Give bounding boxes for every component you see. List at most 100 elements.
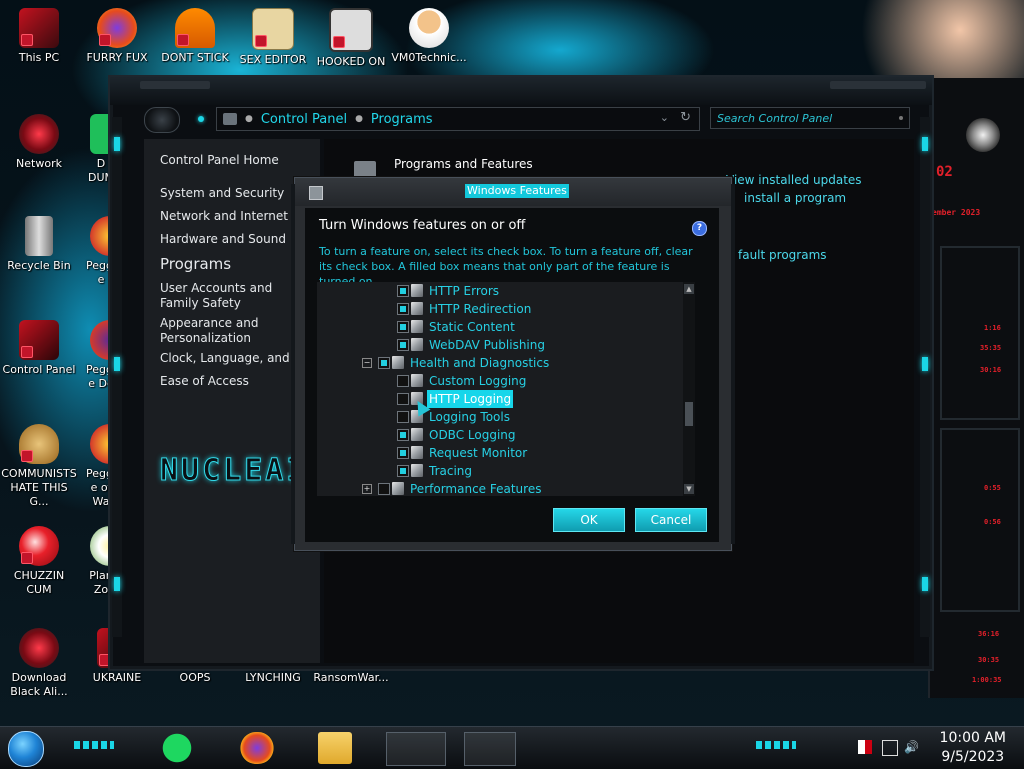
feature-checkbox[interactable] <box>397 447 409 459</box>
sidebar-item-home[interactable]: Control Panel Home <box>160 153 279 168</box>
navigation-bar: ● Control Panel ● Programs ⌄ ↻ Search Co… <box>140 105 910 133</box>
feature-checkbox[interactable] <box>378 357 390 369</box>
taskbar-control-panel-icon[interactable] <box>386 732 446 766</box>
windows-features-dialog: Windows Features Turn Windows features o… <box>291 177 735 551</box>
tree-item-health-diagnostics[interactable]: − Health and Diagnostics <box>317 354 687 372</box>
desktop-icon-this-pc[interactable]: This PC <box>0 8 78 65</box>
desktop-icon-label: LYNCHING <box>245 671 301 684</box>
tree-item-http-logging[interactable]: HTTP Logging <box>317 390 687 408</box>
ok-button[interactable]: OK <box>553 508 625 532</box>
features-tree[interactable]: HTTP Errors HTTP Redirection Static Cont… <box>317 282 695 496</box>
tree-item-static-content[interactable]: Static Content <box>317 318 687 336</box>
sidebar-item-ease-of-access[interactable]: Ease of Access <box>160 374 249 389</box>
sidebar-item-appearance[interactable]: Appearance and Personalization <box>160 316 260 346</box>
desktop-icon-hooked-on[interactable]: HOOKED ON <box>312 8 390 69</box>
tree-item-http-redirection[interactable]: HTTP Redirection <box>317 300 687 318</box>
tree-item-request-monitor[interactable]: Request Monitor <box>317 444 687 462</box>
programs-features-title[interactable]: Programs and Features <box>394 157 533 171</box>
help-icon[interactable]: ? <box>692 221 707 236</box>
network-status-icon[interactable] <box>882 740 898 756</box>
taskbar-decoration <box>74 741 114 749</box>
feature-folder-icon <box>411 338 423 351</box>
refresh-icon[interactable]: ↻ <box>680 110 691 125</box>
dialog-title-bar[interactable]: Windows Features <box>295 178 731 206</box>
expand-icon[interactable]: + <box>362 484 372 494</box>
sidebar-item-user-accounts[interactable]: User Accounts and Family Safety <box>160 281 296 311</box>
taskbar-spotify-icon[interactable] <box>160 732 194 764</box>
frame-side-right <box>920 117 930 637</box>
feature-checkbox[interactable] <box>397 321 409 333</box>
taskbar-firefox-icon[interactable] <box>240 732 274 764</box>
desktop-icon-label: VM0Technic... <box>391 51 467 64</box>
feature-label: Custom Logging <box>429 374 527 388</box>
tree-scrollbar[interactable]: ▲ ▼ <box>683 282 695 496</box>
start-button[interactable] <box>8 731 44 767</box>
taskbar-windows-features-icon[interactable] <box>464 732 516 766</box>
dialog-heading: Turn Windows features on or off <box>319 218 526 233</box>
feature-folder-icon <box>411 428 423 441</box>
tree-item-logging-tools[interactable]: Logging Tools <box>317 408 687 426</box>
money-bag-icon <box>19 424 59 464</box>
desktop-icon-download-black-ali[interactable]: Download Black Ali... <box>0 628 78 699</box>
breadcrumb-programs[interactable]: Programs <box>371 112 433 127</box>
feature-checkbox[interactable] <box>378 483 390 495</box>
gadget-stat: 36:16 <box>978 630 1000 638</box>
gadget-box <box>940 246 1020 420</box>
search-icon[interactable] <box>899 116 903 120</box>
desktop-icon-label: This PC <box>18 51 60 64</box>
feature-checkbox[interactable] <box>397 375 409 387</box>
desktop-icon-dont-stick[interactable]: DONT STICK <box>156 8 234 65</box>
feature-label: Static Content <box>429 320 515 334</box>
feature-checkbox[interactable] <box>397 465 409 477</box>
scroll-down-icon[interactable]: ▼ <box>684 484 694 494</box>
desktop-icon-sex-editor[interactable]: SEX EDITOR <box>234 8 312 67</box>
search-input[interactable]: Search Control Panel <box>710 107 910 129</box>
scroll-thumb[interactable] <box>685 402 693 426</box>
window-frame-top <box>110 77 932 105</box>
sidebar-item-system-security[interactable]: System and Security <box>160 186 284 201</box>
address-bar[interactable]: ● Control Panel ● Programs ⌄ ↻ <box>216 107 700 131</box>
collapse-icon[interactable]: − <box>362 358 372 368</box>
link-install-program[interactable]: install a program <box>744 191 846 205</box>
link-default-programs[interactable]: fault programs <box>738 248 827 262</box>
desktop-icon-vm0technic[interactable]: VM0Technic... <box>390 8 468 65</box>
breadcrumb-control-panel[interactable]: Control Panel <box>261 112 347 127</box>
taskbar-file-explorer-icon[interactable] <box>318 732 352 764</box>
feature-folder-icon <box>392 356 404 369</box>
sidebar-item-network-internet[interactable]: Network and Internet <box>160 209 288 224</box>
link-view-installed-updates[interactable]: View installed updates <box>726 173 862 187</box>
desktop-icon-furry-fux[interactable]: FURRY FUX <box>78 8 156 65</box>
feature-checkbox[interactable] <box>397 411 409 423</box>
feature-checkbox[interactable] <box>397 285 409 297</box>
chevron-down-icon[interactable]: ⌄ <box>660 111 669 124</box>
feature-label: ODBC Logging <box>429 428 516 442</box>
feature-label: WebDAV Publishing <box>429 338 545 352</box>
feature-checkbox[interactable] <box>397 393 409 405</box>
feature-checkbox[interactable] <box>397 429 409 441</box>
scroll-up-icon[interactable]: ▲ <box>684 284 694 294</box>
tree-item-tracing[interactable]: Tracing <box>317 462 687 480</box>
feature-checkbox[interactable] <box>397 303 409 315</box>
sidebar-item-hardware-sound[interactable]: Hardware and Sound <box>160 232 286 247</box>
back-forward-icon[interactable] <box>144 107 180 133</box>
system-clock[interactable]: 10:00 AM 9/5/2023 <box>940 729 1006 767</box>
cancel-button[interactable]: Cancel <box>635 508 707 532</box>
tree-item-http-errors[interactable]: HTTP Errors <box>317 282 687 300</box>
nuclear-logo: NUCLEAI <box>159 453 308 489</box>
feature-folder-icon <box>411 446 423 459</box>
flag-icon[interactable] <box>858 740 872 754</box>
tree-item-webdav-publishing[interactable]: WebDAV Publishing <box>317 336 687 354</box>
tree-item-custom-logging[interactable]: Custom Logging <box>317 372 687 390</box>
desktop-icon-label: RansomWar... <box>313 671 389 684</box>
sidebar-item-clock-language[interactable]: Clock, Language, and Re <box>160 351 309 366</box>
feature-label: HTTP Redirection <box>429 302 532 316</box>
feature-folder-icon <box>411 284 423 297</box>
tree-item-performance-features[interactable]: + Performance Features <box>317 480 687 496</box>
control-panel-icon <box>223 113 237 125</box>
feature-checkbox[interactable] <box>397 339 409 351</box>
desktop-icon-label: DONT STICK <box>161 51 229 64</box>
volume-icon[interactable]: 🔊 <box>904 740 919 754</box>
sidebar-item-programs: Programs <box>160 255 232 273</box>
desktop-icon-label: FURRY FUX <box>86 51 148 64</box>
tree-item-odbc-logging[interactable]: ODBC Logging <box>317 426 687 444</box>
